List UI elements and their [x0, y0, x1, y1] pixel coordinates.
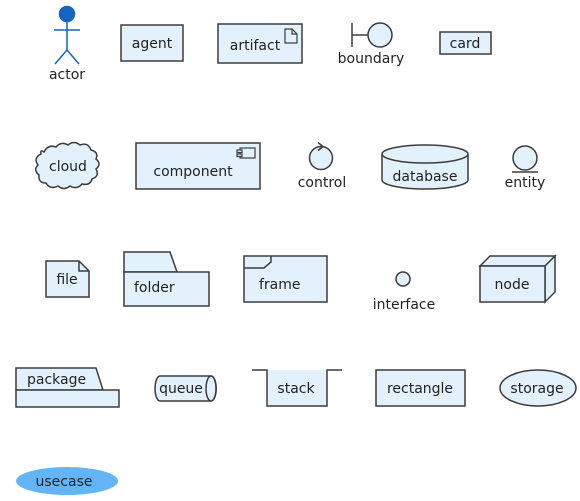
- actor-label: actor: [49, 67, 85, 83]
- control-icon: [308, 141, 334, 171]
- cloud-label: cloud: [49, 159, 87, 175]
- frame-label: frame: [259, 277, 301, 293]
- actor-icon: [54, 5, 80, 65]
- node-label: node: [495, 277, 530, 293]
- interface-icon: [395, 271, 411, 287]
- folder-element[interactable]: folder: [123, 251, 210, 307]
- boundary-element[interactable]: boundary: [338, 22, 405, 67]
- folder-label: folder: [134, 280, 175, 296]
- queue-label: queue: [159, 381, 203, 397]
- boundary-label: boundary: [338, 51, 405, 67]
- actor-element[interactable]: actor: [49, 5, 85, 84]
- control-label: control: [298, 175, 347, 191]
- folder-tab: [123, 251, 179, 273]
- node-element[interactable]: node: [478, 254, 557, 304]
- control-element[interactable]: control: [298, 141, 347, 192]
- entity-label: entity: [505, 175, 546, 191]
- package-element[interactable]: package: [15, 367, 120, 408]
- package-body: [15, 389, 120, 408]
- rectangle-element[interactable]: rectangle: [375, 369, 466, 407]
- component-element[interactable]: component: [135, 142, 261, 190]
- queue-element[interactable]: queue: [154, 375, 217, 402]
- agent-label: agent: [132, 36, 173, 52]
- diagram-canvas: actor agent artifact boundary card cloud…: [15, 5, 577, 495]
- stack-label: stack: [277, 381, 315, 397]
- frame-element[interactable]: frame: [243, 255, 328, 303]
- artifact-label: artifact: [230, 38, 281, 54]
- card-element[interactable]: card: [439, 31, 492, 55]
- usecase-element[interactable]: usecase: [16, 467, 118, 495]
- interface-label: interface: [373, 297, 435, 313]
- entity-icon: [512, 145, 538, 173]
- agent-element[interactable]: agent: [120, 24, 184, 62]
- card-label: card: [450, 36, 481, 52]
- package-label: package: [27, 372, 86, 388]
- usecase-label: usecase: [36, 474, 93, 490]
- component-icon: [236, 147, 256, 159]
- interface-element[interactable]: interface: [373, 271, 435, 313]
- boundary-icon: [351, 22, 393, 48]
- file-element[interactable]: file: [45, 260, 90, 298]
- database-label: database: [393, 169, 458, 185]
- database-element[interactable]: database: [381, 144, 469, 190]
- component-label: component: [153, 164, 233, 180]
- node-top: [478, 255, 557, 267]
- storage-label: storage: [510, 381, 563, 397]
- cloud-element[interactable]: cloud: [35, 141, 100, 190]
- artifact-element[interactable]: artifact: [217, 23, 303, 64]
- rectangle-label: rectangle: [387, 381, 453, 397]
- stack-element[interactable]: stack: [252, 369, 342, 407]
- storage-element[interactable]: storage: [499, 369, 577, 407]
- file-label: file: [56, 272, 77, 288]
- queue-end: [205, 375, 217, 402]
- entity-element[interactable]: entity: [505, 145, 546, 191]
